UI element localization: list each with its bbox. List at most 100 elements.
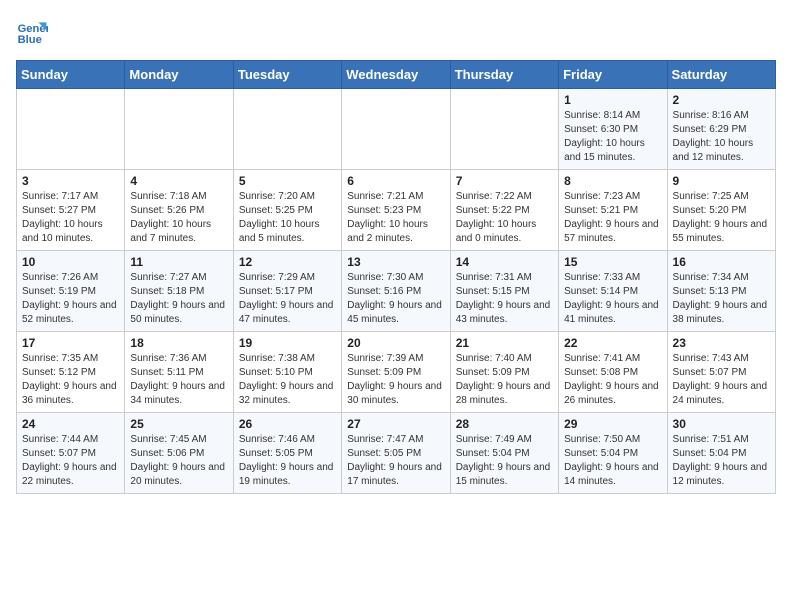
weekday-header-friday: Friday xyxy=(559,61,667,89)
day-number: 9 xyxy=(673,174,770,188)
day-info: Sunrise: 7:46 AM Sunset: 5:05 PM Dayligh… xyxy=(239,433,336,489)
day-info: Sunrise: 7:51 AM Sunset: 5:04 PM Dayligh… xyxy=(673,433,770,489)
calendar-cell: 30 Sunrise: 7:51 AM Sunset: 5:04 PM Dayli… xyxy=(667,413,775,494)
day-number: 22 xyxy=(564,336,661,350)
calendar-cell: 14 Sunrise: 7:31 AM Sunset: 5:15 PM Dayli… xyxy=(450,251,558,332)
day-number: 20 xyxy=(347,336,444,350)
day-info: Sunrise: 7:31 AM Sunset: 5:15 PM Dayligh… xyxy=(456,271,553,327)
calendar-cell: 11 Sunrise: 7:27 AM Sunset: 5:18 PM Dayli… xyxy=(125,251,233,332)
day-info: Sunrise: 7:17 AM Sunset: 5:27 PM Dayligh… xyxy=(22,190,119,246)
calendar-cell: 5 Sunrise: 7:20 AM Sunset: 5:25 PM Daylig… xyxy=(233,170,341,251)
day-info: Sunrise: 7:38 AM Sunset: 5:10 PM Dayligh… xyxy=(239,352,336,408)
day-number: 25 xyxy=(130,417,227,431)
day-number: 13 xyxy=(347,255,444,269)
day-number: 16 xyxy=(673,255,770,269)
calendar-week-4: 17 Sunrise: 7:35 AM Sunset: 5:12 PM Dayli… xyxy=(17,332,776,413)
day-number: 7 xyxy=(456,174,553,188)
weekday-header-saturday: Saturday xyxy=(667,61,775,89)
logo-icon: General Blue xyxy=(16,16,48,48)
day-info: Sunrise: 7:30 AM Sunset: 5:16 PM Dayligh… xyxy=(347,271,444,327)
day-info: Sunrise: 7:39 AM Sunset: 5:09 PM Dayligh… xyxy=(347,352,444,408)
day-info: Sunrise: 7:40 AM Sunset: 5:09 PM Dayligh… xyxy=(456,352,553,408)
calendar-cell xyxy=(125,89,233,170)
day-number: 12 xyxy=(239,255,336,269)
calendar-cell xyxy=(450,89,558,170)
day-info: Sunrise: 7:36 AM Sunset: 5:11 PM Dayligh… xyxy=(130,352,227,408)
calendar-cell: 3 Sunrise: 7:17 AM Sunset: 5:27 PM Daylig… xyxy=(17,170,125,251)
day-info: Sunrise: 7:22 AM Sunset: 5:22 PM Dayligh… xyxy=(456,190,553,246)
calendar-cell: 25Sunrise: 7:45 AM Sunset: 5:06 PM Dayli… xyxy=(125,413,233,494)
day-info: Sunrise: 7:29 AM Sunset: 5:17 PM Dayligh… xyxy=(239,271,336,327)
day-info: Sunrise: 8:16 AM Sunset: 6:29 PM Dayligh… xyxy=(673,109,770,165)
day-info: Sunrise: 7:18 AM Sunset: 5:26 PM Dayligh… xyxy=(130,190,227,246)
calendar-cell xyxy=(233,89,341,170)
calendar-cell: 23Sunrise: 7:43 AM Sunset: 5:07 PM Dayli… xyxy=(667,332,775,413)
day-info: Sunrise: 7:34 AM Sunset: 5:13 PM Dayligh… xyxy=(673,271,770,327)
calendar-cell xyxy=(342,89,450,170)
calendar-cell: 22 Sunrise: 7:41 AM Sunset: 5:08 PM Dayli… xyxy=(559,332,667,413)
day-number: 19 xyxy=(239,336,336,350)
day-info: Sunrise: 7:26 AM Sunset: 5:19 PM Dayligh… xyxy=(22,271,119,327)
calendar-cell: 2Sunrise: 8:16 AM Sunset: 6:29 PM Daylig… xyxy=(667,89,775,170)
day-number: 17 xyxy=(22,336,119,350)
day-number: 30 xyxy=(673,417,770,431)
day-info: Sunrise: 8:14 AM Sunset: 6:30 PM Dayligh… xyxy=(564,109,661,165)
calendar-cell: 29 Sunrise: 7:50 AM Sunset: 5:04 PM Dayli… xyxy=(559,413,667,494)
calendar-cell: 27 Sunrise: 7:47 AM Sunset: 5:05 PM Dayli… xyxy=(342,413,450,494)
calendar-cell: 13 Sunrise: 7:30 AM Sunset: 5:16 PM Dayli… xyxy=(342,251,450,332)
day-number: 6 xyxy=(347,174,444,188)
weekday-header-sunday: Sunday xyxy=(17,61,125,89)
top-bar: General Blue xyxy=(16,16,776,52)
svg-text:Blue: Blue xyxy=(18,34,42,46)
day-number: 1 xyxy=(564,93,661,107)
calendar-cell: 6 Sunrise: 7:21 AM Sunset: 5:23 PM Daylig… xyxy=(342,170,450,251)
calendar-cell: 28 Sunrise: 7:49 AM Sunset: 5:04 PM Dayli… xyxy=(450,413,558,494)
calendar-cell: 1 Sunrise: 8:14 AM Sunset: 6:30 PM Daylig… xyxy=(559,89,667,170)
calendar-cell: 12 Sunrise: 7:29 AM Sunset: 5:17 PM Dayli… xyxy=(233,251,341,332)
day-number: 3 xyxy=(22,174,119,188)
calendar-week-5: 24Sunrise: 7:44 AM Sunset: 5:07 PM Dayli… xyxy=(17,413,776,494)
day-number: 18 xyxy=(130,336,227,350)
day-info: Sunrise: 7:20 AM Sunset: 5:25 PM Dayligh… xyxy=(239,190,336,246)
calendar-cell: 19 Sunrise: 7:38 AM Sunset: 5:10 PM Dayli… xyxy=(233,332,341,413)
day-number: 21 xyxy=(456,336,553,350)
day-number: 10 xyxy=(22,255,119,269)
weekday-header-wednesday: Wednesday xyxy=(342,61,450,89)
day-number: 5 xyxy=(239,174,336,188)
day-number: 29 xyxy=(564,417,661,431)
day-info: Sunrise: 7:49 AM Sunset: 5:04 PM Dayligh… xyxy=(456,433,553,489)
day-number: 23 xyxy=(673,336,770,350)
day-info: Sunrise: 7:50 AM Sunset: 5:04 PM Dayligh… xyxy=(564,433,661,489)
day-info: Sunrise: 7:23 AM Sunset: 5:21 PM Dayligh… xyxy=(564,190,661,246)
calendar-cell: 9 Sunrise: 7:25 AM Sunset: 5:20 PM Daylig… xyxy=(667,170,775,251)
calendar-week-1: 1 Sunrise: 8:14 AM Sunset: 6:30 PM Daylig… xyxy=(17,89,776,170)
calendar-cell: 15Sunrise: 7:33 AM Sunset: 5:14 PM Dayli… xyxy=(559,251,667,332)
calendar-cell xyxy=(17,89,125,170)
calendar-cell: 24Sunrise: 7:44 AM Sunset: 5:07 PM Dayli… xyxy=(17,413,125,494)
calendar-cell: 10 Sunrise: 7:26 AM Sunset: 5:19 PM Dayli… xyxy=(17,251,125,332)
day-info: Sunrise: 7:21 AM Sunset: 5:23 PM Dayligh… xyxy=(347,190,444,246)
day-info: Sunrise: 7:47 AM Sunset: 5:05 PM Dayligh… xyxy=(347,433,444,489)
weekday-header-row: SundayMondayTuesdayWednesdayThursdayFrid… xyxy=(17,61,776,89)
calendar-cell: 4 Sunrise: 7:18 AM Sunset: 5:26 PM Daylig… xyxy=(125,170,233,251)
calendar-cell: 20 Sunrise: 7:39 AM Sunset: 5:09 PM Dayli… xyxy=(342,332,450,413)
day-info: Sunrise: 7:35 AM Sunset: 5:12 PM Dayligh… xyxy=(22,352,119,408)
calendar-cell: 21 Sunrise: 7:40 AM Sunset: 5:09 PM Dayli… xyxy=(450,332,558,413)
calendar-cell: 18 Sunrise: 7:36 AM Sunset: 5:11 PM Dayli… xyxy=(125,332,233,413)
day-number: 27 xyxy=(347,417,444,431)
day-number: 28 xyxy=(456,417,553,431)
day-number: 8 xyxy=(564,174,661,188)
calendar-table: SundayMondayTuesdayWednesdayThursdayFrid… xyxy=(16,60,776,494)
day-info: Sunrise: 7:25 AM Sunset: 5:20 PM Dayligh… xyxy=(673,190,770,246)
day-info: Sunrise: 7:44 AM Sunset: 5:07 PM Dayligh… xyxy=(22,433,119,489)
logo: General Blue xyxy=(16,16,52,48)
day-number: 15 xyxy=(564,255,661,269)
day-number: 11 xyxy=(130,255,227,269)
calendar-week-2: 3 Sunrise: 7:17 AM Sunset: 5:27 PM Daylig… xyxy=(17,170,776,251)
day-number: 4 xyxy=(130,174,227,188)
day-info: Sunrise: 7:41 AM Sunset: 5:08 PM Dayligh… xyxy=(564,352,661,408)
weekday-header-thursday: Thursday xyxy=(450,61,558,89)
calendar-cell: 17 Sunrise: 7:35 AM Sunset: 5:12 PM Dayli… xyxy=(17,332,125,413)
day-number: 14 xyxy=(456,255,553,269)
day-info: Sunrise: 7:27 AM Sunset: 5:18 PM Dayligh… xyxy=(130,271,227,327)
